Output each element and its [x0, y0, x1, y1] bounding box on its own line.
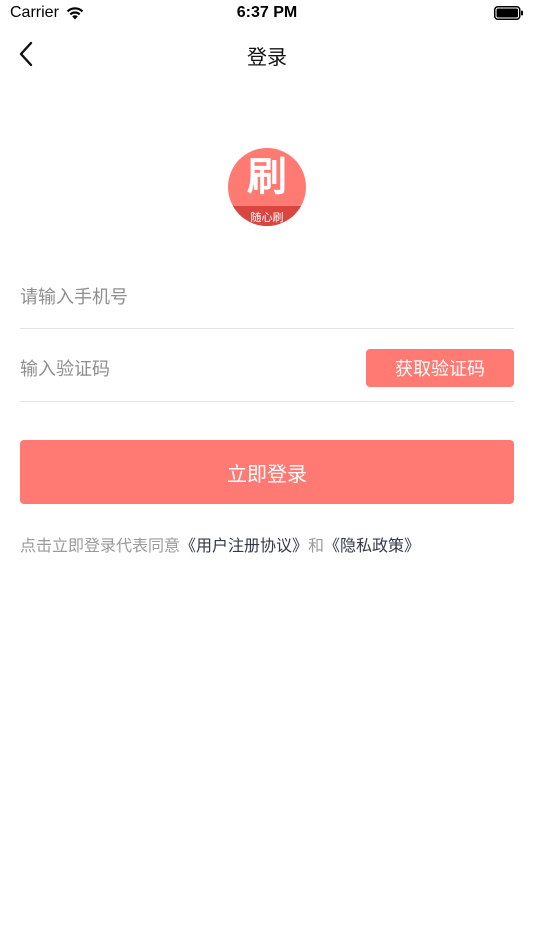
agreement-text: 点击立即登录代表同意《用户注册协议》和《隐私政策》 — [20, 532, 520, 556]
user-agreement-link[interactable]: 《用户注册协议》 — [180, 536, 308, 555]
nav-bar: 登录 — [0, 28, 534, 80]
code-field-row: 获取验证码 — [20, 338, 514, 402]
privacy-policy-link[interactable]: 《隐私政策》 — [324, 536, 420, 555]
status-bar: Carrier 6:37 PM — [0, 0, 534, 28]
battery-icon — [494, 6, 523, 20]
agreement-conjunction: 和 — [308, 536, 325, 555]
login-screen: Carrier 6:37 PM 登录 刷 随心刷 获取验证码 — [0, 0, 534, 950]
phone-field-row — [20, 266, 514, 329]
logo-sub-text: 随心刷 — [250, 211, 284, 224]
phone-input[interactable] — [20, 266, 514, 328]
app-logo: 刷 随心刷 — [228, 148, 306, 226]
verification-code-input[interactable] — [20, 338, 350, 401]
login-button[interactable]: 立即登录 — [20, 440, 514, 504]
page-title: 登录 — [247, 45, 287, 69]
agreement-prefix: 点击立即登录代表同意 — [20, 536, 181, 555]
get-code-button[interactable]: 获取验证码 — [366, 349, 514, 387]
logo-main-char: 刷 — [247, 154, 287, 200]
status-time: 6:37 PM — [236, 4, 298, 21]
logo-band: 随心刷 — [228, 206, 306, 226]
